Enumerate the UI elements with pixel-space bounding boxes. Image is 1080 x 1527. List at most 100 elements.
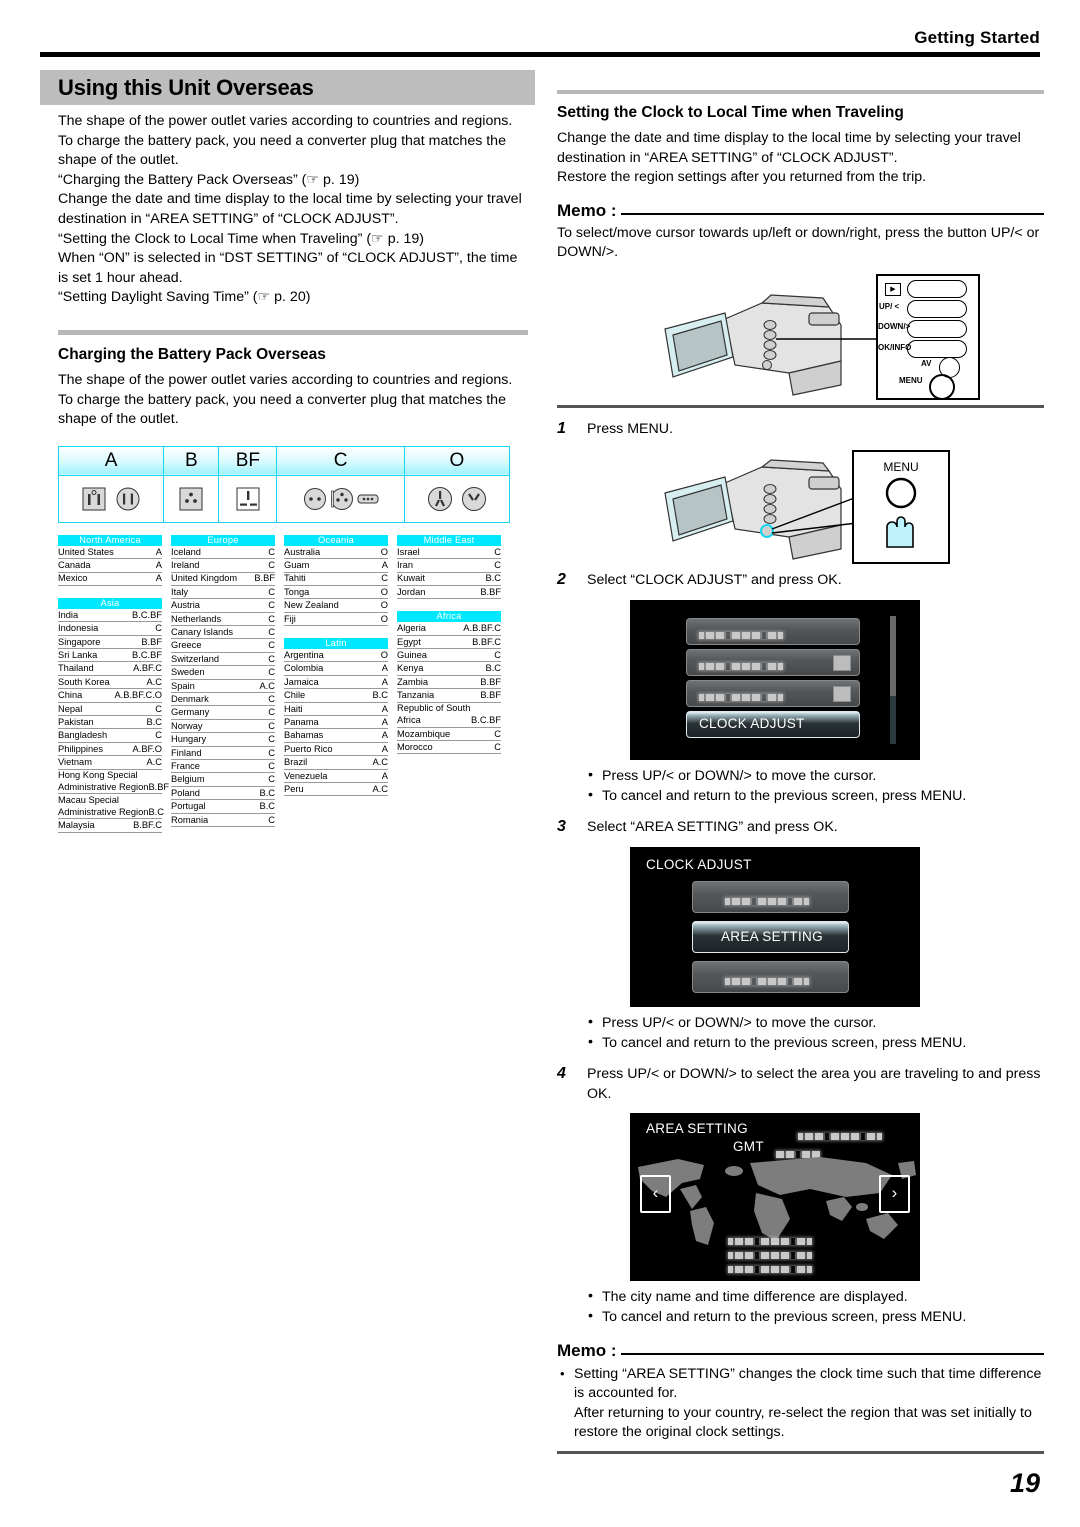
- plug-code: C: [268, 760, 275, 771]
- ok-info-button[interactable]: [907, 339, 967, 358]
- country-name: Kenya: [397, 663, 424, 674]
- country-row: Kenya B.C: [397, 662, 501, 676]
- play-button[interactable]: [907, 279, 967, 298]
- country-name: Greece: [171, 640, 202, 651]
- plug-code: A: [155, 546, 162, 557]
- scrollbar-thumb[interactable]: [890, 695, 896, 744]
- country-row: Nepal C: [58, 703, 162, 717]
- menu-row-1[interactable]: [686, 617, 860, 645]
- plug-code: C: [268, 774, 275, 785]
- plug-code: O: [380, 586, 388, 597]
- country-row: Australia O: [284, 546, 388, 560]
- country-row: Switzerland C: [171, 653, 275, 667]
- country-name: Sri Lanka: [58, 650, 98, 661]
- step-4-number: 4: [557, 1065, 566, 1083]
- plug-code: C: [268, 747, 275, 758]
- intro-ref-1: “Charging the Battery Pack Overseas” (☞ …: [58, 171, 360, 188]
- lcd-map-title: AREA SETTING: [646, 1121, 748, 1137]
- country-row: France C: [171, 760, 275, 774]
- plug-code: C: [494, 546, 501, 557]
- scrollbar-track[interactable]: [890, 615, 896, 744]
- country-row: Finland C: [171, 747, 275, 760]
- country-row: Belgium C: [171, 773, 275, 787]
- memo-item-text: Setting “AREA SETTING” changes the clock…: [574, 1365, 1042, 1402]
- country-name: China: [58, 690, 83, 701]
- country-row: Israel C: [397, 546, 501, 560]
- prev-area-button[interactable]: ‹: [640, 1175, 671, 1214]
- step-1: 1 Press MENU.: [557, 420, 1044, 439]
- menu-row-3[interactable]: [686, 679, 860, 707]
- country-row: Portugal B.C: [171, 800, 275, 814]
- plug-code: C: [268, 814, 275, 825]
- step-1-text: Press MENU.: [587, 420, 673, 437]
- plug-code: A.C: [146, 676, 163, 687]
- bullets-after-step-2: Press UP/< or DOWN/> to move the cursor.…: [587, 766, 1044, 807]
- menu-row-clock-adjust[interactable]: CLOCK ADJUST: [686, 710, 860, 738]
- plug-code: A.BF.O: [132, 743, 162, 754]
- country-row: Sri Lanka B.C.BF: [58, 649, 162, 663]
- up-button-label: UP/ <: [879, 301, 900, 311]
- step-4: 4 Press UP/< or DOWN/> to select the are…: [557, 1065, 1044, 1104]
- menu-row-area-setting[interactable]: AREA SETTING: [692, 920, 849, 953]
- next-area-button[interactable]: ›: [879, 1175, 910, 1214]
- country-name: Denmark: [171, 694, 209, 704]
- country-name: Zambia: [397, 676, 429, 687]
- country-name: Tahiti: [284, 573, 306, 584]
- country-row: Haiti A: [284, 703, 388, 717]
- plug-code: A.C: [259, 680, 276, 691]
- memo-1-text: To select/move cursor towards up/left or…: [557, 224, 1040, 261]
- redacted-city-line-3: [728, 1261, 814, 1279]
- menu-row-3[interactable]: [692, 960, 849, 993]
- country-row: Romania C: [171, 814, 275, 827]
- country-row: Sweden C: [171, 666, 275, 680]
- page-number: 19: [1009, 1468, 1040, 1498]
- running-head-rule: [40, 52, 1040, 57]
- country-row: Thailand A.BF.C: [58, 662, 162, 676]
- step-2: 2 Select “CLOCK ADJUST” and press OK.: [557, 571, 1044, 590]
- country-row: Iceland C: [171, 546, 275, 560]
- country-name: Hong Kong Special: [58, 769, 138, 780]
- country-row: Singapore B.BF: [58, 636, 162, 650]
- country-row: Iran C: [397, 559, 501, 573]
- country-name: Algeria: [397, 623, 426, 634]
- country-name: Canada: [58, 560, 91, 571]
- country-name: Bahamas: [284, 730, 324, 741]
- country-row: Macau Special: [58, 794, 162, 806]
- menu-row-1[interactable]: [692, 880, 849, 913]
- av-button-label: AV: [921, 358, 932, 368]
- region-header: North America: [58, 534, 162, 546]
- menu-button[interactable]: [929, 373, 955, 400]
- country-name: Finland: [171, 747, 202, 758]
- redacted-text: [725, 893, 811, 911]
- country-row: Vietnam A.C: [58, 756, 162, 770]
- plug-type-bf-icon: [218, 474, 278, 523]
- plug-type-table: A B BF C O: [57, 445, 511, 523]
- plug-code: C: [268, 546, 275, 557]
- plug-code: C: [494, 560, 501, 571]
- plug-code: B.BF: [480, 690, 501, 701]
- country-row: Philippines A.BF.O: [58, 743, 162, 757]
- country-row: Pakistan B.C: [58, 716, 162, 730]
- country-row: Netherlands C: [171, 613, 275, 627]
- plug-code: A.C: [372, 783, 389, 794]
- country-row: Republic of South: [397, 703, 501, 715]
- plug-code: B.BF: [480, 586, 501, 597]
- country-row: Administrative Region B.C: [58, 806, 164, 820]
- plug-code: B.BF: [141, 636, 162, 647]
- plug-code: O: [380, 613, 388, 624]
- country-name: Malaysia: [58, 820, 95, 831]
- country-name: Sweden: [171, 667, 205, 678]
- plug-code: C: [268, 586, 275, 597]
- plug-code: A: [381, 717, 388, 727]
- country-name: Jordan: [397, 586, 426, 597]
- menu-row-2[interactable]: [686, 648, 860, 676]
- country-name: Chile: [284, 690, 306, 701]
- country-row: Tanzania B.BF: [397, 689, 501, 703]
- country-row: Malaysia B.BF.C: [58, 819, 162, 833]
- country-row: Africa B.C.BF: [397, 714, 501, 728]
- bullet-item: To cancel and return to the previous scr…: [587, 786, 1044, 807]
- down-button[interactable]: [907, 319, 967, 338]
- step-2-text: Select “CLOCK ADJUST” and press OK.: [587, 572, 842, 589]
- country-name: Australia: [284, 546, 321, 557]
- up-button[interactable]: [907, 299, 967, 318]
